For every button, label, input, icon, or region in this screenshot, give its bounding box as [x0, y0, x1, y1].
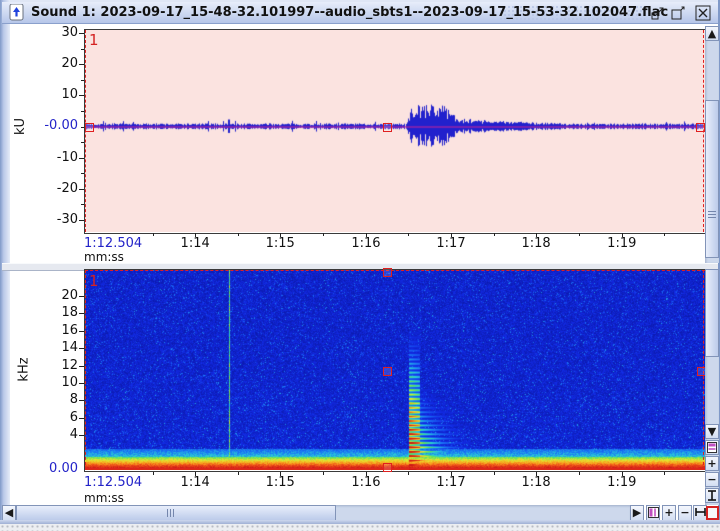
window-titlebar[interactable]: Sound 1: 2023-09-17_15-48-32.101997--aud…: [2, 2, 718, 24]
scroll-down-button[interactable]: ▼: [705, 424, 719, 439]
waveform-plot[interactable]: 1: [84, 29, 707, 234]
window-border-left: [0, 0, 10, 524]
spectrogram-x-cursor-value: 1:12.504: [84, 475, 142, 490]
waveform-canvas[interactable]: [85, 30, 705, 232]
scroll-grip: [708, 211, 716, 219]
spectrogram-canvas[interactable]: [85, 270, 705, 470]
desktop-background: [0, 524, 720, 531]
spectrogram-y-cursor-value: 0.00: [32, 461, 78, 476]
zoom-out-frequency-button[interactable]: −: [705, 472, 719, 487]
waveform-x-cursor-value: 1:12.504: [84, 236, 142, 251]
spectrogram-channel-number: 1: [89, 272, 99, 290]
zoom-in-frequency-button[interactable]: +: [705, 456, 719, 471]
waveform-x-axis-unit: mm:ss: [84, 250, 124, 264]
frequency-page-view-button[interactable]: [705, 440, 719, 455]
time-scroll-thumb[interactable]: [16, 505, 336, 521]
waveform-y-cursor-value: -0.00: [32, 118, 78, 133]
spectrogram-plot[interactable]: 1: [84, 269, 707, 472]
play-button[interactable]: ▶: [630, 505, 644, 521]
scroll-up-button[interactable]: ▲: [705, 26, 719, 41]
window-title: Sound 1: 2023-09-17_15-48-32.101997--aud…: [31, 5, 668, 20]
selection-handle[interactable]: [85, 123, 94, 132]
time-scrollbar[interactable]: [16, 505, 630, 521]
sound-window: Sound 1: 2023-09-17_15-48-32.101997--aud…: [0, 0, 720, 531]
maximize-button[interactable]: [670, 5, 686, 21]
minimize-button[interactable]: [650, 5, 666, 21]
waveform-vertical-scrollbar[interactable]: ▲: [705, 26, 719, 263]
spectrogram-vertical-scrollbar[interactable]: ▼ + −: [705, 269, 719, 505]
fit-frequency-button[interactable]: [705, 488, 719, 503]
scroll-grip: [167, 509, 176, 517]
waveform-channel-number: 1: [89, 31, 99, 49]
spectrogram-y-axis-unit: kHz: [17, 357, 32, 381]
spectrogram-x-axis-unit: mm:ss: [84, 491, 124, 505]
selection-handle[interactable]: [383, 268, 392, 277]
waveform-y-axis-unit: kU: [13, 118, 28, 135]
zoom-out-time-button[interactable]: −: [678, 505, 692, 521]
fit-time-button[interactable]: [693, 505, 707, 521]
sound-document-icon: [9, 4, 25, 21]
zoom-in-time-button[interactable]: +: [662, 505, 676, 521]
close-button[interactable]: [695, 5, 711, 21]
scroll-left-button[interactable]: ◀: [2, 505, 16, 521]
selection-bottom-edge: [85, 468, 705, 469]
selection-handle[interactable]: [383, 367, 392, 376]
selection-handle[interactable]: [383, 463, 392, 472]
selection-indicator-box[interactable]: [706, 506, 719, 520]
time-page-view-button[interactable]: [646, 505, 660, 521]
waveform-vscroll-thumb[interactable]: [705, 100, 719, 258]
selection-handle[interactable]: [383, 123, 392, 132]
selection-top-edge: [85, 270, 705, 271]
selection-handle[interactable]: [696, 123, 705, 132]
spectrogram-vscroll-thumb[interactable]: [705, 269, 719, 357]
selection-left-edge: [85, 270, 86, 470]
